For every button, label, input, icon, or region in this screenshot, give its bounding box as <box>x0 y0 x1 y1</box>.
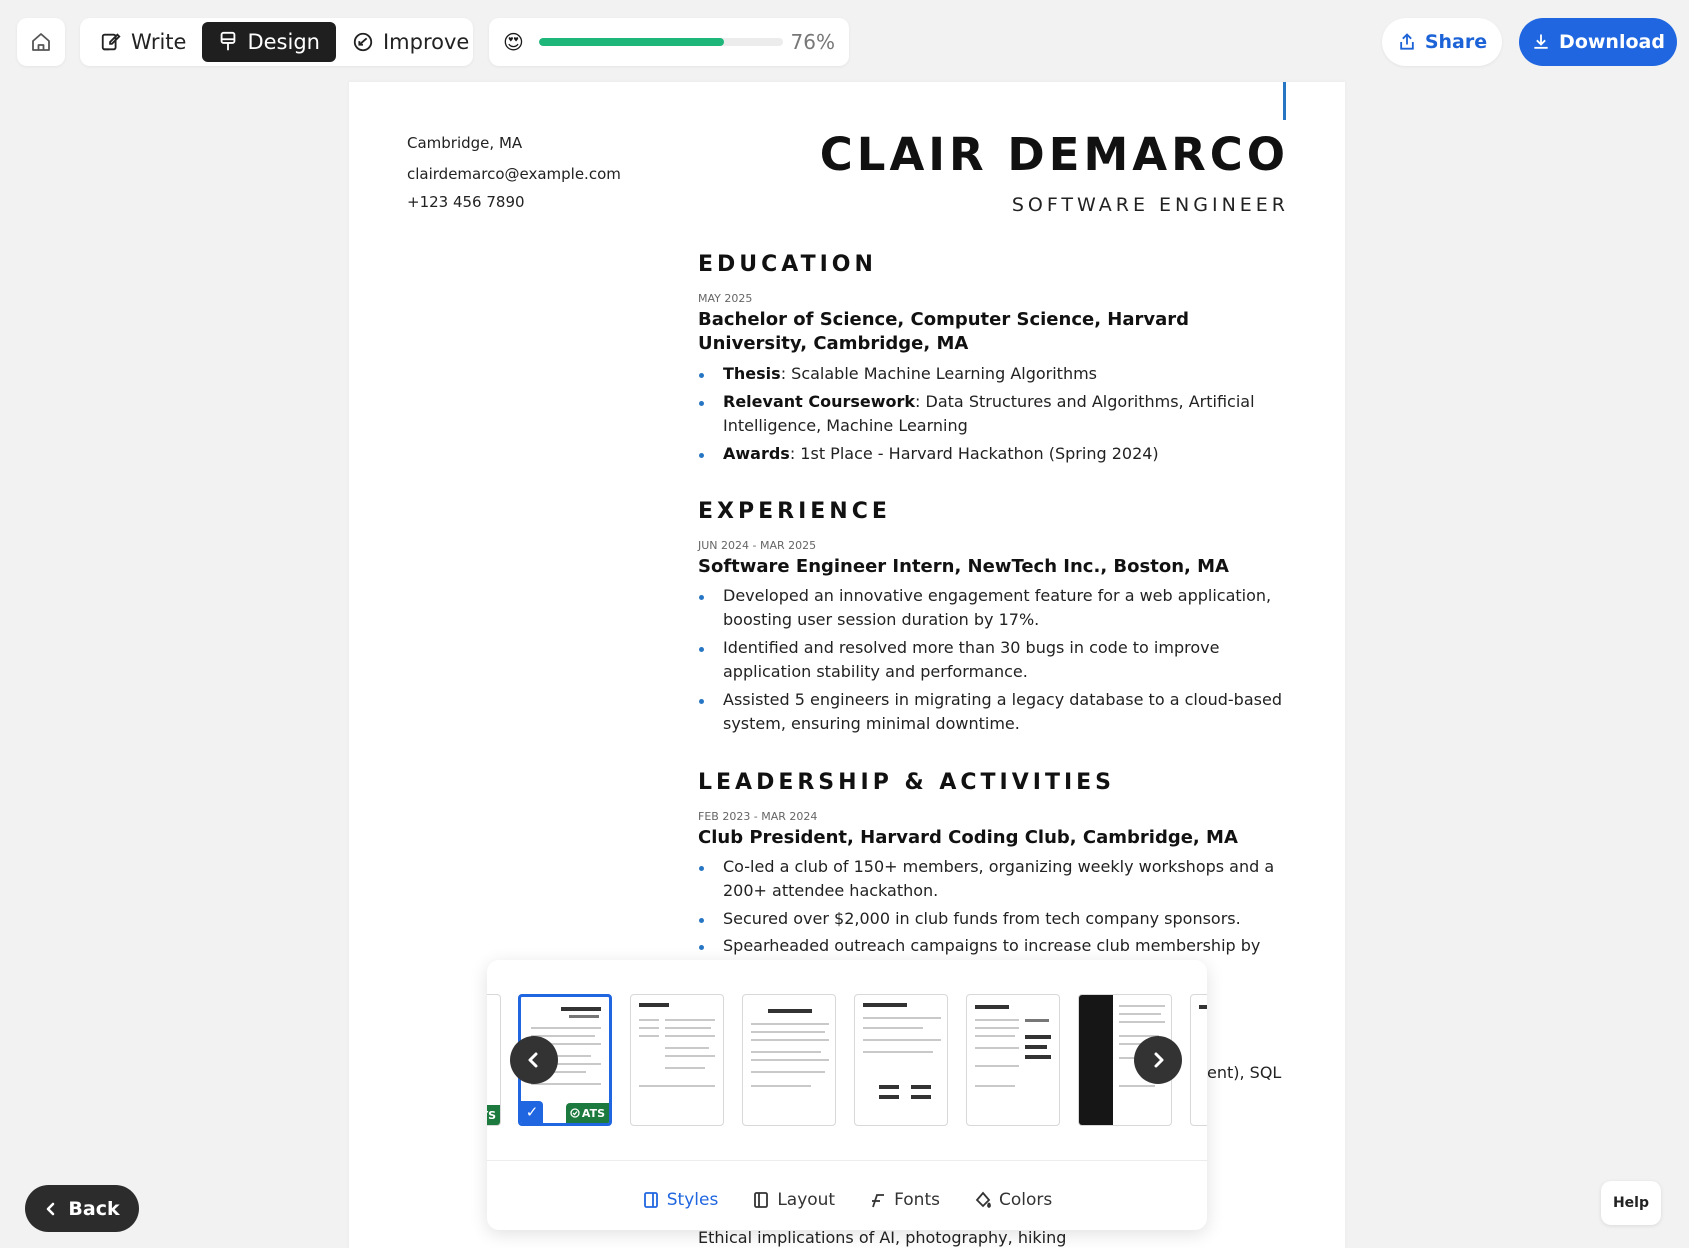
edit-icon <box>101 33 121 51</box>
tab-fonts-label: Fonts <box>894 1190 940 1210</box>
improve-mode-label: Improve <box>382 30 470 54</box>
contact-location: Cambridge, MA <box>407 134 523 152</box>
carousel-previous-button[interactable] <box>510 1036 558 1084</box>
contact-phone: +123 456 7890 <box>407 193 525 211</box>
design-tabs: Styles Layout Fonts Colors <box>487 1185 1207 1215</box>
download-button[interactable]: Download <box>1519 18 1677 66</box>
help-button[interactable]: Help <box>1601 1181 1661 1225</box>
bullet-label: Awards <box>723 444 790 463</box>
template-thumbnail[interactable] <box>966 994 1060 1126</box>
template-thumbnail[interactable] <box>854 994 948 1126</box>
check-circle-icon <box>570 1108 580 1118</box>
education-date: MAY 2025 <box>698 292 753 305</box>
leadership-bullet: Co-led a club of 150+ members, organizin… <box>699 855 1293 903</box>
resume-name: CLAIR DEMARCO <box>819 128 1289 181</box>
resume-score: 😍 76% <box>489 18 849 66</box>
bullet-text: : 1st Place - Harvard Hackathon (Spring … <box>789 444 1159 463</box>
tab-styles[interactable]: Styles <box>642 1185 719 1215</box>
template-thumbnail[interactable]: ATS <box>487 994 501 1126</box>
layout-icon <box>754 1192 769 1208</box>
template-carousel: ATS ✓ ATS <box>487 990 1207 1130</box>
tab-colors[interactable]: Colors <box>974 1185 1052 1215</box>
top-toolbar: Write Design Improve 😍 76% Share Downloa… <box>0 0 1689 80</box>
improve-icon <box>353 32 373 52</box>
panel-divider <box>487 1160 1207 1161</box>
template-thumbnail[interactable] <box>630 994 724 1126</box>
tab-layout-label: Layout <box>777 1190 836 1210</box>
education-bullet: Relevant Coursework: Data Structures and… <box>699 390 1293 438</box>
experience-bullet: Identified and resolved more than 30 bug… <box>699 636 1293 684</box>
selected-check-icon: ✓ <box>521 1101 543 1123</box>
ats-badge: ATS <box>565 1103 609 1123</box>
chevron-left-icon <box>528 1052 538 1068</box>
styles-icon <box>643 1192 658 1208</box>
education-heading: EDUCATION <box>698 252 877 277</box>
bullet-label: Relevant Coursework <box>723 392 916 411</box>
template-thumbnail[interactable] <box>1190 994 1207 1126</box>
download-icon <box>1534 34 1548 49</box>
template-thumbnail[interactable] <box>742 994 836 1126</box>
share-icon <box>1400 33 1414 50</box>
education-bullet: Thesis: Scalable Machine Learning Algori… <box>699 362 1293 386</box>
home-icon <box>32 33 50 51</box>
experience-heading: EXPERIENCE <box>698 499 891 524</box>
resume-role: SOFTWARE ENGINEER <box>1011 194 1289 216</box>
education-bullet: Awards: 1st Place - Harvard Hackathon (S… <box>699 442 1293 466</box>
back-label: Back <box>68 1197 120 1220</box>
back-button[interactable]: Back <box>25 1185 139 1232</box>
write-mode-button[interactable]: Write <box>84 22 202 62</box>
skills-text-fragment: ent), SQL <box>1207 1063 1282 1082</box>
download-label: Download <box>1559 31 1665 53</box>
tab-styles-label: Styles <box>666 1190 719 1210</box>
design-panel: ATS ✓ ATS <box>487 960 1207 1230</box>
mode-switcher: Write Design Improve <box>80 18 473 66</box>
home-button[interactable] <box>17 18 65 66</box>
score-progress-bar <box>538 38 783 46</box>
ats-label: ATS <box>581 1106 605 1120</box>
tab-fonts[interactable]: Fonts <box>869 1185 940 1215</box>
leadership-date: FEB 2023 - MAR 2024 <box>698 810 818 823</box>
score-percentage: 76% <box>790 30 835 54</box>
interests-text: Ethical implications of AI, photography,… <box>698 1228 1067 1247</box>
bullet-text: : Scalable Machine Learning Algorithms <box>780 364 1098 383</box>
design-mode-label: Design <box>247 30 320 54</box>
carousel-next-button[interactable] <box>1134 1036 1182 1084</box>
accent-bar <box>1283 82 1286 120</box>
brush-icon <box>221 31 236 51</box>
improve-mode-button[interactable]: Improve <box>336 22 485 62</box>
share-button[interactable]: Share <box>1382 18 1502 66</box>
chevron-left-icon <box>47 1202 55 1215</box>
experience-entry: Software Engineer Intern, NewTech Inc., … <box>698 556 1229 577</box>
experience-bullet: Assisted 5 engineers in migrating a lega… <box>699 688 1293 736</box>
score-emoji: 😍 <box>503 30 524 54</box>
leadership-entry: Club President, Harvard Coding Club, Cam… <box>698 827 1238 848</box>
bullet-label: Thesis <box>723 364 781 383</box>
experience-date: JUN 2024 - MAR 2025 <box>698 539 817 552</box>
score-progress-fill <box>538 38 725 46</box>
chevron-right-icon <box>1154 1052 1164 1068</box>
ats-label: ATS <box>487 1108 496 1122</box>
help-label: Help <box>1612 1195 1650 1211</box>
leadership-bullet: Secured over $2,000 in club funds from t… <box>699 907 1293 931</box>
write-mode-label: Write <box>131 30 187 54</box>
colors-icon <box>975 1191 991 1209</box>
tab-colors-label: Colors <box>998 1190 1053 1210</box>
tab-layout[interactable]: Layout <box>752 1185 835 1215</box>
design-mode-button[interactable]: Design <box>202 22 336 62</box>
share-label: Share <box>1424 31 1488 53</box>
leadership-heading: LEADERSHIP & ACTIVITIES <box>698 770 1116 795</box>
ats-badge: ATS <box>487 1105 500 1125</box>
education-entry: Bachelor of Science, Computer Science, H… <box>698 309 1190 354</box>
contact-email: clairdemarco@example.com <box>407 165 621 183</box>
fonts-icon <box>872 1194 885 1208</box>
experience-bullet: Developed an innovative engagement featu… <box>699 584 1293 632</box>
